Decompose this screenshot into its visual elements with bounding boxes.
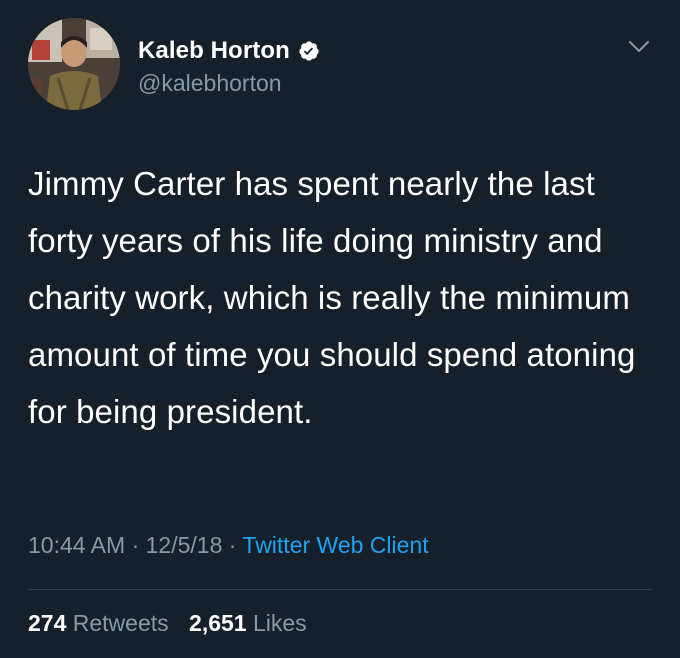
divider: [28, 589, 652, 590]
tweet-meta: 10:44 AM · 12/5/18 · Twitter Web Client: [28, 532, 429, 559]
author-name-row: Kaleb Horton: [138, 36, 320, 66]
author-info: Kaleb Horton @kalebhorton: [138, 36, 320, 97]
chevron-down-icon[interactable]: [628, 40, 650, 54]
author-handle[interactable]: @kalebhorton: [138, 70, 320, 97]
verified-badge-icon: [298, 40, 320, 62]
meta-separator: ·: [222, 532, 243, 558]
likes-label: Likes: [252, 610, 307, 636]
meta-separator: ·: [125, 532, 146, 558]
likes-count: 2,651: [189, 610, 247, 636]
retweets-count: 274: [28, 610, 67, 636]
avatar[interactable]: [28, 18, 120, 110]
tweet-time[interactable]: 10:44 AM: [28, 532, 125, 558]
retweets-label: Retweets: [72, 610, 169, 636]
likes-stat[interactable]: 2,651 Likes: [189, 610, 307, 637]
display-name[interactable]: Kaleb Horton: [138, 37, 290, 65]
tweet-card: Kaleb Horton @kalebhorton Jimmy Carter h…: [0, 0, 680, 658]
avatar-image: [28, 18, 120, 110]
tweet-header: Kaleb Horton @kalebhorton: [28, 18, 652, 114]
retweets-stat[interactable]: 274 Retweets: [28, 610, 169, 637]
tweet-date[interactable]: 12/5/18: [146, 532, 223, 558]
tweet-source-link[interactable]: Twitter Web Client: [242, 532, 428, 558]
tweet-text: Jimmy Carter has spent nearly the last f…: [28, 165, 636, 430]
tweet-stats: 274 Retweets 2,651 Likes: [28, 610, 321, 637]
